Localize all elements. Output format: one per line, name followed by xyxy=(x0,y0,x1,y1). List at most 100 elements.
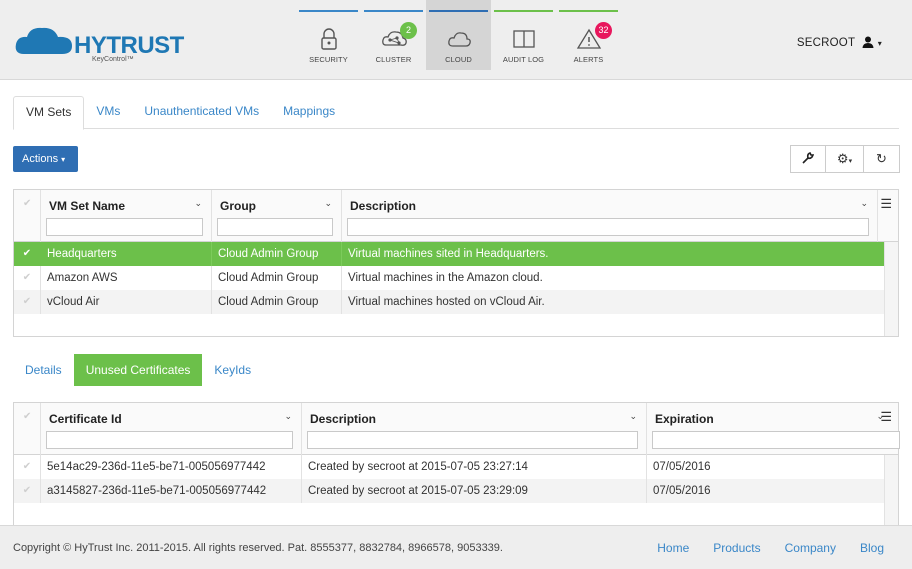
description-filter[interactable] xyxy=(307,431,638,449)
column-menu-icon[interactable]: ☰ xyxy=(880,196,892,212)
row-checkbox[interactable]: ✔ xyxy=(14,266,41,290)
nav-alerts[interactable]: 32 ALERTS xyxy=(556,0,621,70)
column-group[interactable]: Group ⌄ xyxy=(212,190,342,242)
footer-link-products[interactable]: Products xyxy=(713,541,760,555)
description-cell: Created by secroot at 2015-07-05 23:27:1… xyxy=(302,455,647,479)
row-checkbox[interactable]: ✔ xyxy=(14,479,41,503)
nav-label: CLUSTER xyxy=(375,55,412,64)
vertical-scrollbar[interactable] xyxy=(884,242,898,336)
column-vm-set-name[interactable]: VM Set Name ⌄ xyxy=(41,190,212,242)
nav-cluster[interactable]: 2 CLUSTER xyxy=(361,0,426,70)
refresh-button[interactable]: ↻ xyxy=(864,145,900,173)
table-header: ✔ VM Set Name ⌄ Group ⌄ Description ⌄ ☰ xyxy=(14,190,898,242)
vm-set-name-cell: Amazon AWS xyxy=(41,266,212,290)
top-bar: HYTRUST KeyControl™ SECURITY 2 CLUSTER C… xyxy=(0,0,912,80)
select-all-checkbox[interactable]: ✔ xyxy=(14,403,41,455)
chevron-down-icon[interactable]: ⌄ xyxy=(284,411,292,422)
alerts-badge: 32 xyxy=(595,22,612,39)
tab-unauthenticated-vms[interactable]: Unauthenticated VMs xyxy=(132,96,271,129)
wrench-icon xyxy=(802,152,815,164)
chevron-down-icon[interactable]: ⌄ xyxy=(194,198,202,209)
description-cell: Virtual machines sited in Headquarters. xyxy=(348,248,549,260)
nav-security[interactable]: SECURITY xyxy=(296,0,361,70)
wrench-button[interactable] xyxy=(790,145,826,173)
detail-tabs: Details Unused Certificates KeyIds xyxy=(13,354,263,386)
tab-details[interactable]: Details xyxy=(13,354,74,386)
column-title: Description xyxy=(350,199,417,213)
column-description[interactable]: Description ⌄ xyxy=(342,190,878,242)
tab-vms[interactable]: VMs xyxy=(84,96,132,129)
chevron-down-icon[interactable]: ⌄ xyxy=(324,198,332,209)
user-icon xyxy=(862,36,874,48)
check-icon: ✔ xyxy=(23,411,32,422)
nav-label: ALERTS xyxy=(573,55,604,64)
cloud-logo-icon xyxy=(15,27,72,54)
tab-mappings[interactable]: Mappings xyxy=(271,96,347,129)
footer-link-home[interactable]: Home xyxy=(657,541,689,555)
nav-indicator xyxy=(559,10,618,12)
gear-icon: ⚙ xyxy=(836,151,849,166)
vm-set-name-cell: Headquarters xyxy=(41,242,212,266)
expiration-filter[interactable] xyxy=(652,431,900,449)
tab-vm-sets[interactable]: VM Sets xyxy=(13,96,85,130)
certificates-table: ✔ Certificate Id ⌄ Description ⌄ Expirat… xyxy=(13,402,900,525)
footer-links: Home Products Company Blog xyxy=(633,541,884,555)
tab-keyids[interactable]: KeyIds xyxy=(202,354,263,386)
row-checkbox[interactable]: ✔ xyxy=(14,290,41,314)
nav-indicator xyxy=(494,10,553,12)
table-row[interactable]: ✔ a3145827-236d-11e5-be71-005056977442 C… xyxy=(14,479,884,503)
description-filter[interactable] xyxy=(347,218,869,236)
user-name: SECROOT xyxy=(796,37,855,49)
table-row[interactable]: ✔ Headquarters Cloud Admin Group Virtual… xyxy=(14,242,884,266)
nav-label: SECURITY xyxy=(309,55,348,64)
table-row[interactable]: ✔ Amazon AWS Cloud Admin Group Virtual m… xyxy=(14,266,884,290)
cluster-badge: 2 xyxy=(400,22,417,39)
settings-dropdown-button[interactable]: ⚙▾ xyxy=(826,145,864,173)
hytrust-logo[interactable]: HYTRUST KeyControl™ xyxy=(14,24,184,64)
description-cell: Virtual machines hosted on vCloud Air. xyxy=(348,296,545,308)
select-all-checkbox[interactable]: ✔ xyxy=(14,190,41,242)
chevron-down-icon: ▾ xyxy=(848,158,853,165)
chevron-down-icon[interactable]: ⌄ xyxy=(860,198,868,209)
chevron-down-icon: ▾ xyxy=(61,155,66,164)
column-title: Expiration xyxy=(655,412,714,426)
table-row[interactable]: ✔ 5e14ac29-236d-11e5-be71-005056977442 C… xyxy=(14,455,884,479)
lock-icon xyxy=(320,28,337,50)
table-row[interactable]: ✔ vCloud Air Cloud Admin Group Virtual m… xyxy=(14,290,884,314)
group-filter[interactable] xyxy=(217,218,333,236)
footer-link-blog[interactable]: Blog xyxy=(860,541,884,555)
certificate-id-filter[interactable] xyxy=(46,431,293,449)
user-menu[interactable]: SECROOT ▾ xyxy=(797,36,882,49)
nav-audit-log[interactable]: AUDIT LOG xyxy=(491,0,556,70)
column-expiration[interactable]: Expiration ⌄ xyxy=(647,403,900,455)
column-certificate-id[interactable]: Certificate Id ⌄ xyxy=(41,403,302,455)
column-title: VM Set Name xyxy=(49,199,126,213)
footer-link-company[interactable]: Company xyxy=(785,541,836,555)
nav-indicator xyxy=(364,10,423,12)
chevron-down-icon[interactable]: ⌄ xyxy=(629,411,637,422)
certificate-id-cell: a3145827-236d-11e5-be71-005056977442 xyxy=(41,479,302,503)
column-menu-icon[interactable]: ☰ xyxy=(880,409,892,425)
row-checkbox[interactable]: ✔ xyxy=(14,242,41,266)
check-icon: ✔ xyxy=(23,198,32,209)
vm-set-name-filter[interactable] xyxy=(46,218,203,236)
refresh-icon: ↻ xyxy=(876,151,887,166)
vertical-scrollbar[interactable] xyxy=(884,455,898,525)
nav-indicator xyxy=(429,10,488,12)
nav-cloud[interactable]: CLOUD xyxy=(426,0,491,70)
actions-button[interactable]: Actions ▾ xyxy=(13,146,78,172)
main-nav: SECURITY 2 CLUSTER CLOUD AUDIT LOG 32 AL… xyxy=(296,0,621,70)
vm-sets-table: ✔ VM Set Name ⌄ Group ⌄ Description ⌄ ☰ … xyxy=(13,189,899,337)
chevron-down-icon: ▾ xyxy=(877,39,882,48)
nav-indicator xyxy=(299,10,358,12)
nav-label: CLOUD xyxy=(445,55,472,64)
footer: Copyright © HyTrust Inc. 2011-2015. All … xyxy=(0,525,912,569)
copyright-text: Copyright © HyTrust Inc. 2011-2015. All … xyxy=(13,542,503,554)
column-description[interactable]: Description ⌄ xyxy=(302,403,647,455)
row-checkbox[interactable]: ✔ xyxy=(14,455,41,479)
table-header: ✔ Certificate Id ⌄ Description ⌄ Expirat… xyxy=(14,403,900,455)
group-cell: Cloud Admin Group xyxy=(212,266,342,290)
tab-unused-certificates[interactable]: Unused Certificates xyxy=(73,354,203,386)
group-cell: Cloud Admin Group xyxy=(212,242,342,266)
cloud-icon xyxy=(447,32,471,47)
